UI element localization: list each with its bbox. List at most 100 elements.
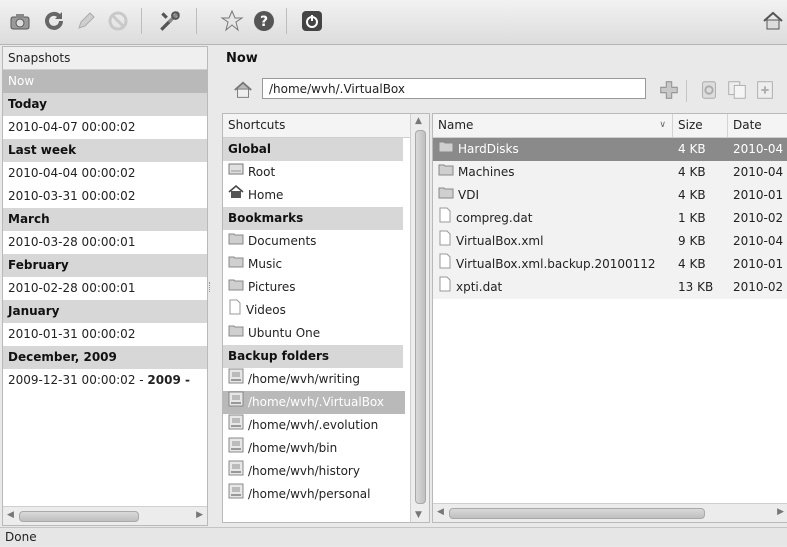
scrollbar-thumb[interactable] [449, 508, 705, 519]
scroll-left-arrow[interactable]: ◀ [7, 510, 14, 520]
snapshots-hscrollbar[interactable]: ◀ ▶ [3, 506, 207, 525]
column-size[interactable]: Size [673, 114, 728, 137]
open-button[interactable] [754, 79, 776, 101]
home-icon [228, 184, 244, 207]
snapshot-item[interactable]: Now [3, 70, 207, 93]
folder-icon [438, 138, 454, 161]
toolbar: ? [0, 0, 787, 45]
file-row[interactable]: Machines 4 KB 2010-04 [433, 161, 787, 184]
help-button[interactable]: ? [250, 7, 278, 35]
scrollbar-thumb[interactable] [415, 130, 426, 504]
power-button[interactable] [298, 7, 326, 35]
snapshot-item[interactable]: 2010-03-31 00:00:02 [3, 185, 207, 208]
snapshot-item[interactable]: 2010-04-07 00:00:02 [3, 116, 207, 139]
bookmark-button[interactable] [218, 7, 246, 35]
refresh-button[interactable] [40, 7, 68, 35]
files-hscrollbar[interactable]: ◀ ▶ [433, 503, 787, 522]
shortcut-item[interactable]: Videos [223, 299, 405, 322]
snapshot-item[interactable]: 2010-02-28 00:00:01 [3, 277, 207, 300]
edit-button[interactable] [72, 7, 100, 35]
backup-folder-icon [228, 483, 244, 506]
shortcut-item[interactable]: Documents [223, 230, 405, 253]
snapshot-button[interactable] [6, 7, 34, 35]
snapshot-item[interactable]: 2010-04-04 00:00:02 [3, 162, 207, 185]
shortcut-item[interactable]: /home/wvh/.evolution [223, 414, 405, 437]
open-icon [757, 81, 773, 99]
shortcuts-list: Global Root Home Bookmarks Documents Music Pic… [223, 138, 429, 506]
column-name-label: Name [438, 118, 474, 132]
scroll-up-arrow[interactable]: ▲ [415, 116, 422, 126]
shortcut-item[interactable]: Pictures [223, 276, 405, 299]
file-row[interactable]: HardDisks 4 KB 2010-04 [433, 138, 787, 161]
file-name: HardDisks [458, 142, 519, 156]
help-icon: ? [254, 11, 274, 31]
folder-icon [228, 276, 244, 299]
shortcuts-vscrollbar[interactable]: ▲ ▼ [410, 114, 429, 522]
tools-icon [160, 11, 180, 31]
file-row[interactable]: xpti.dat 13 KB 2010-02 [433, 276, 787, 299]
stop-button[interactable] [104, 7, 132, 35]
file-row[interactable]: VDI 4 KB 2010-01 [433, 184, 787, 207]
home-location-button[interactable] [232, 79, 254, 101]
restore-button[interactable] [698, 79, 720, 101]
file-name-cell: VDI [433, 184, 673, 207]
file-size: 13 KB [678, 280, 714, 294]
shortcut-item[interactable]: Ubuntu One [223, 322, 405, 345]
file-name-cell: Machines [433, 161, 673, 184]
shortcut-item[interactable]: /home/wvh/.VirtualBox [223, 391, 405, 414]
add-bookmark-button[interactable] [658, 79, 680, 101]
file-row[interactable]: VirtualBox.xml 9 KB 2010-04 [433, 230, 787, 253]
snapshot-date: 2009-12-31 00:00:02 - [8, 373, 148, 387]
snapshot-icon [10, 14, 30, 30]
toolbar-separator [141, 8, 142, 34]
file-name: compreg.dat [456, 211, 533, 225]
file-size: 4 KB [678, 165, 706, 179]
folder-icon [438, 161, 454, 184]
file-list-header: Name ∨ Size Date [433, 114, 787, 138]
snapshot-group-header: February [3, 254, 207, 277]
snapshot-item[interactable]: 2010-01-31 00:00:02 [3, 323, 207, 346]
shortcuts-header: Shortcuts [223, 114, 429, 138]
home-icon [234, 81, 252, 98]
scroll-left-arrow[interactable]: ◀ [437, 507, 444, 517]
shortcut-item[interactable]: /home/wvh/history [223, 460, 405, 483]
scrollbar-thumb[interactable] [19, 511, 139, 522]
refresh-icon [45, 11, 63, 30]
tools-button[interactable] [156, 7, 184, 35]
file-row[interactable]: compreg.dat 1 KB 2010-02 [433, 207, 787, 230]
file-size: 4 KB [678, 142, 706, 156]
shortcut-label: Videos [246, 303, 286, 317]
svg-text:?: ? [260, 14, 268, 30]
shortcut-item[interactable]: Root [223, 161, 405, 184]
file-row[interactable]: VirtualBox.xml.backup.20100112 4 KB 2010-0… [433, 253, 787, 276]
shortcut-item[interactable]: /home/wvh/bin [223, 437, 405, 460]
scroll-right-arrow[interactable]: ▶ [777, 507, 784, 517]
location-input[interactable]: /home/wvh/.VirtualBox [262, 78, 646, 99]
snapshot-item[interactable]: 2010-03-28 00:00:01 [3, 231, 207, 254]
snapshot-item[interactable]: 2009-12-31 00:00:02 - 2009 - [3, 369, 207, 392]
shortcut-label: Ubuntu One [248, 326, 321, 340]
shortcut-item[interactable]: Home [223, 184, 405, 207]
copy-button[interactable] [726, 79, 748, 101]
column-date[interactable]: Date [728, 114, 787, 137]
file-date: 2010-04 [733, 234, 784, 248]
home-button[interactable] [759, 7, 787, 35]
file-date: 2010-02 [733, 211, 784, 225]
file-list-panel: Name ∨ Size Date HardDisks 4 KB 2010-04 Mach… [432, 113, 787, 523]
star-icon [220, 9, 244, 32]
column-name[interactable]: Name ∨ [433, 114, 673, 137]
backup-folder-icon [228, 460, 244, 483]
file-date: 2010-04 [733, 165, 784, 179]
plus-icon [660, 81, 678, 99]
restore-icon [702, 81, 716, 99]
backup-folder-icon [228, 414, 244, 437]
file-size: 4 KB [678, 188, 706, 202]
shortcut-item[interactable]: /home/wvh/personal [223, 483, 405, 506]
pane-splitter[interactable] [209, 282, 213, 292]
file-name: VirtualBox.xml [456, 234, 544, 248]
shortcut-item[interactable]: Music [223, 253, 405, 276]
shortcut-item[interactable]: /home/wvh/writing [223, 368, 405, 391]
scroll-right-arrow[interactable]: ▶ [196, 510, 203, 520]
scroll-down-arrow[interactable]: ▼ [415, 510, 422, 520]
backup-folder-icon [228, 368, 244, 391]
